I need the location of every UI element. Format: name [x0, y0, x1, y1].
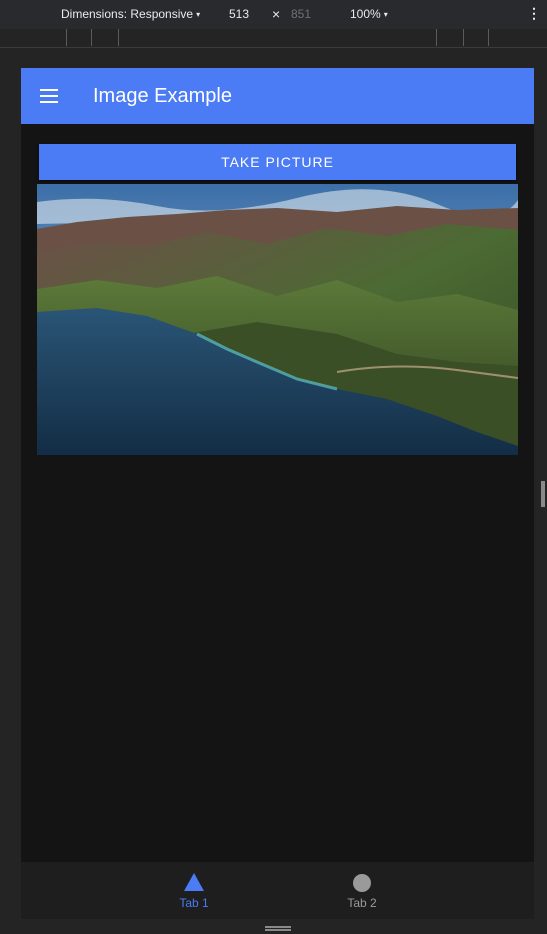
resize-handle-right[interactable] — [541, 481, 545, 507]
swap-dimensions-icon[interactable]: × — [272, 6, 280, 22]
ruler-tick[interactable] — [436, 29, 437, 46]
menu-icon[interactable] — [40, 89, 58, 103]
dimensions-label: Dimensions: Responsive — [61, 7, 194, 21]
more-options-icon[interactable]: ⋮ — [527, 5, 541, 22]
app-bar: Image Example — [21, 68, 534, 124]
zoom-dropdown[interactable]: 100% ▾ — [350, 7, 388, 21]
tab-label: Tab 1 — [179, 896, 209, 910]
width-input[interactable]: 513 — [229, 7, 249, 21]
chevron-down-icon: ▾ — [383, 10, 388, 19]
circle-icon — [353, 874, 371, 892]
zoom-label: 100% — [350, 7, 381, 21]
resize-handle-bottom[interactable] — [265, 926, 291, 931]
tab-1[interactable]: Tab 1 — [154, 862, 234, 919]
media-query-ruler — [0, 29, 547, 48]
ruler-tick[interactable] — [91, 29, 92, 46]
device-viewport: Image Example TAKE PICTURE Tab 1 Tab 2 — [21, 68, 534, 919]
triangle-icon — [184, 873, 204, 891]
ruler-tick[interactable] — [118, 29, 119, 46]
ruler-tick[interactable] — [66, 29, 67, 46]
bottom-tab-bar: Tab 1 Tab 2 — [21, 862, 534, 919]
ruler-tick[interactable] — [488, 29, 489, 46]
page-title: Image Example — [93, 85, 232, 107]
devtools-device-toolbar: Dimensions: Responsive ▾ 513 × 851 100% ▾ … — [0, 0, 547, 29]
dimensions-dropdown[interactable]: Dimensions: Responsive ▾ — [61, 7, 200, 21]
tab-2[interactable]: Tab 2 — [322, 862, 402, 919]
height-input[interactable]: 851 — [291, 7, 311, 21]
take-picture-button[interactable]: TAKE PICTURE — [39, 144, 516, 180]
ruler-tick[interactable] — [463, 29, 464, 46]
tab-label: Tab 2 — [347, 896, 377, 910]
chevron-down-icon: ▾ — [196, 10, 201, 19]
landscape-photo — [37, 184, 518, 455]
